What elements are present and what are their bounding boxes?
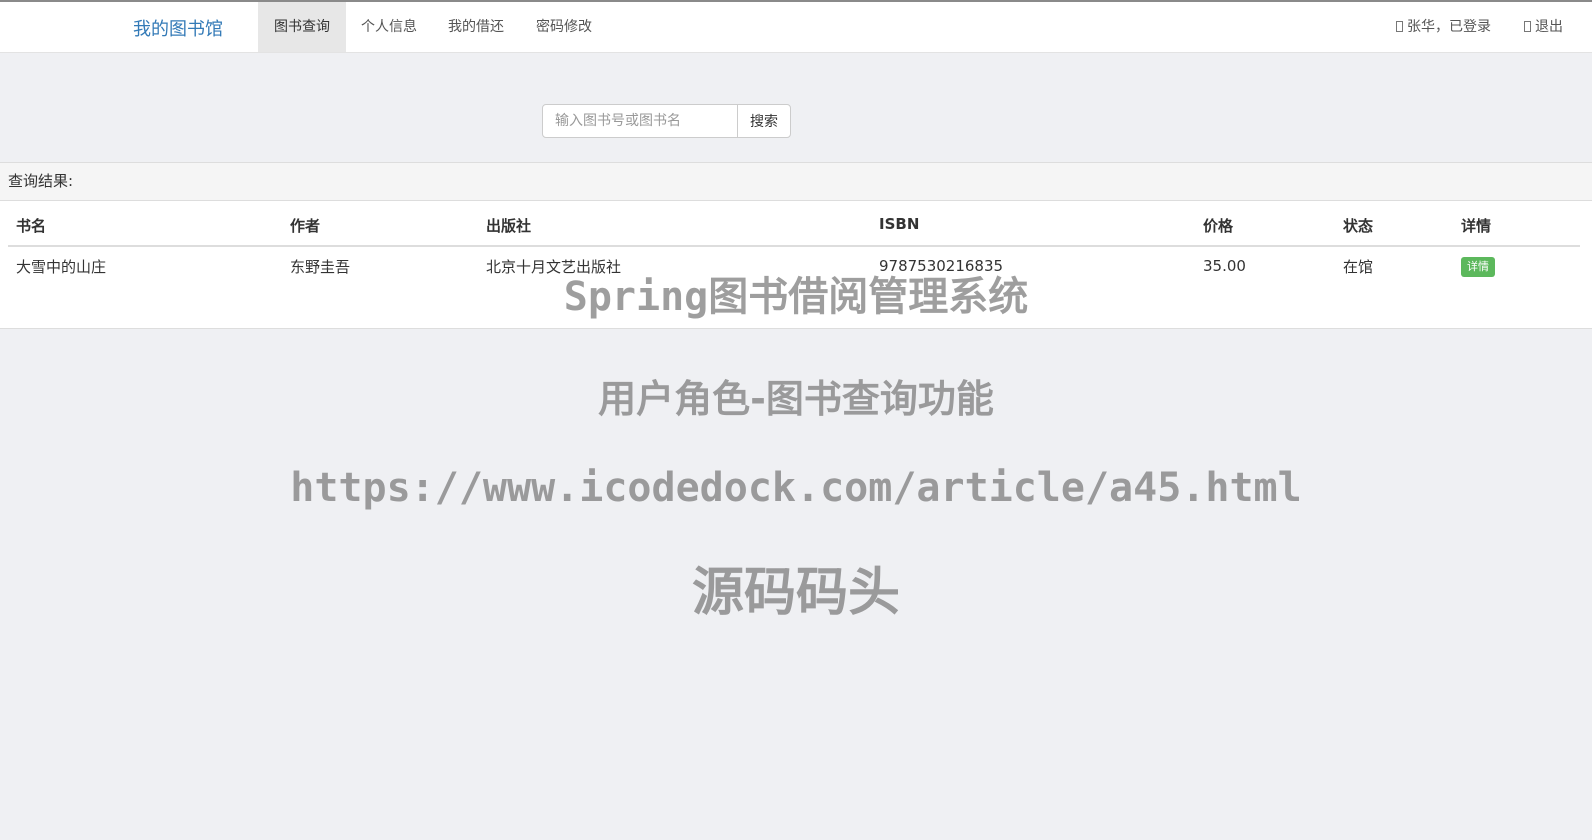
user-status-text: 张华，已登录	[1407, 19, 1491, 35]
column-header-status: 状态	[1335, 215, 1453, 247]
top-navbar: 我的图书馆 图书查询 个人信息 我的借还 密码修改 张华，已登录 退出	[0, 2, 1592, 53]
column-header-detail: 详情	[1453, 215, 1580, 247]
column-header-isbn: ISBN	[871, 215, 1195, 247]
table-header-row: 书名 作者 出版社 ISBN 价格 状态 详情	[8, 215, 1580, 247]
brand-link[interactable]: 我的图书馆	[133, 15, 223, 41]
nav-change-password[interactable]: 密码修改	[520, 2, 608, 52]
nav-personal-info[interactable]: 个人信息	[346, 2, 432, 52]
watermark-url: https://www.icodedock.com/article/a45.ht…	[290, 465, 1302, 511]
column-header-author: 作者	[282, 215, 478, 247]
user-icon	[1396, 21, 1403, 32]
column-header-title: 书名	[8, 215, 282, 247]
search-bar: 搜索	[542, 104, 791, 138]
watermark-feature: 用户角色-图书查询功能	[598, 377, 994, 421]
logout-text: 退出	[1535, 19, 1563, 35]
search-button[interactable]: 搜索	[737, 104, 791, 138]
column-header-price: 价格	[1195, 215, 1335, 247]
column-header-publisher: 出版社	[478, 215, 871, 247]
logout-link[interactable]: 退出	[1524, 2, 1563, 52]
watermark-site-name: 源码码头	[691, 563, 900, 623]
search-input[interactable]	[542, 104, 738, 138]
watermark-system-name: Spring图书借阅管理系统	[563, 274, 1029, 320]
nav-book-search[interactable]: 图书查询	[258, 2, 346, 52]
results-heading: 查询结果:	[0, 163, 1592, 201]
nav-my-borrow-return[interactable]: 我的借还	[432, 2, 520, 52]
user-status-link[interactable]: 张华，已登录	[1396, 2, 1491, 52]
logout-icon	[1524, 21, 1531, 32]
